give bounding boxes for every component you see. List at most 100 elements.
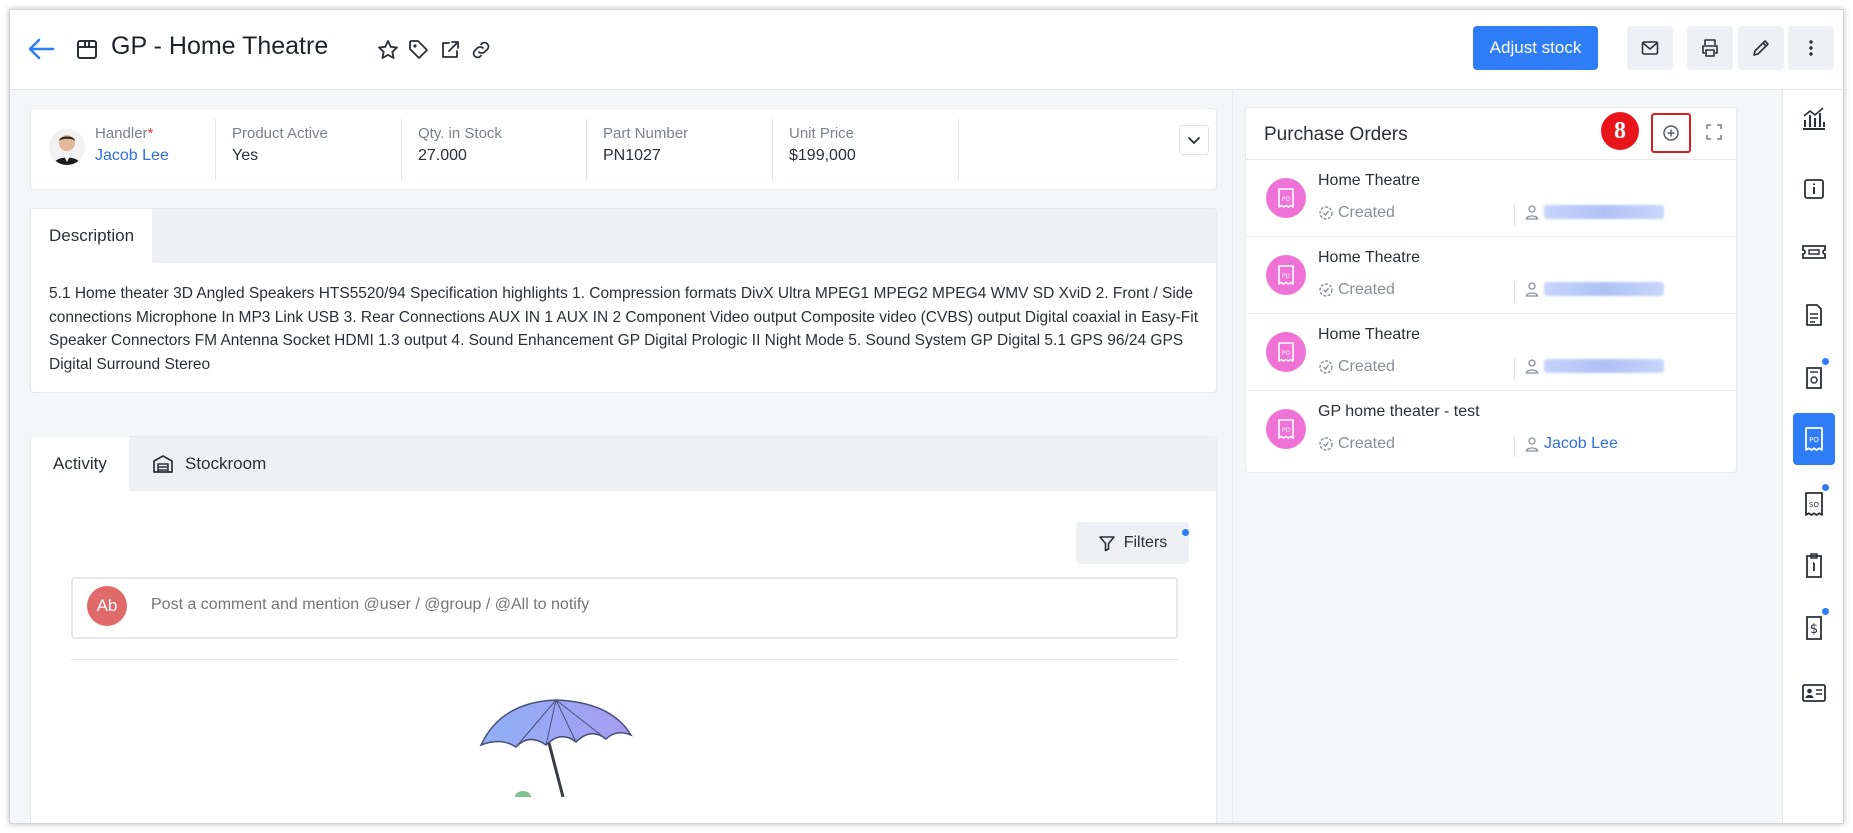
status-text: Created — [1338, 358, 1395, 375]
filters-button[interactable]: Filters — [1076, 522, 1189, 564]
tab-activity[interactable]: Activity — [31, 437, 129, 491]
description-text: 5.1 Home theater 3D Angled Speakers HTS5… — [49, 285, 1199, 373]
product-box-icon — [77, 40, 97, 59]
add-purchase-order-button[interactable] — [1651, 113, 1691, 153]
activity-tabbar: Activity Stockroom — [31, 437, 1216, 491]
product-active-value: Yes — [232, 147, 259, 164]
purchase-order-status: Created — [1318, 281, 1395, 299]
purchase-order-status: Created — [1318, 204, 1395, 222]
adjust-stock-button[interactable]: Adjust stock — [1473, 26, 1598, 70]
purchase-orders-card: Purchase Orders 8 PO Home Theatre Create… — [1245, 107, 1737, 473]
status-text: Created — [1338, 204, 1395, 221]
purchase-order-item[interactable]: PO Home Theatre Created — [1246, 314, 1736, 391]
divider — [958, 119, 959, 181]
unit-price-value: $199,000 — [789, 147, 856, 164]
user-avatar: Ab — [87, 586, 127, 626]
mail-icon — [1641, 41, 1659, 55]
sidebar-item-quotes[interactable] — [1793, 352, 1835, 404]
notification-dot — [1822, 358, 1829, 365]
tab-stockroom[interactable]: Stockroom — [185, 437, 266, 491]
tab-description[interactable]: Description — [31, 209, 153, 263]
sidebar-item-purchase-orders[interactable]: PO — [1793, 413, 1835, 465]
sidebar-item-analytics[interactable] — [1793, 92, 1835, 144]
purchase-order-owner[interactable]: Jacob Lee — [1524, 435, 1618, 453]
plus-circle-icon — [1663, 125, 1679, 141]
purchase-order-item[interactable]: PO Home Theatre Created — [1246, 237, 1736, 314]
divider — [1514, 358, 1515, 380]
edit-button[interactable] — [1738, 26, 1784, 70]
filter-icon — [1098, 536, 1115, 552]
print-button[interactable] — [1687, 26, 1733, 70]
purchase-orders-title: Purchase Orders — [1264, 124, 1408, 145]
part-number-field: Part Number PN1027 — [603, 125, 688, 165]
purchase-order-item[interactable]: PO GP home theater - test Created Jacob … — [1246, 391, 1736, 468]
redacted-user-name — [1544, 205, 1664, 219]
purchase-order-item[interactable]: PO Home Theatre Created — [1246, 160, 1736, 237]
sidebar-item-contacts[interactable] — [1793, 667, 1835, 719]
sidebar-item-info[interactable] — [1793, 163, 1835, 215]
purchase-order-icon: PO — [1805, 427, 1823, 451]
tag-icon[interactable] — [407, 38, 431, 62]
document-icon — [1806, 304, 1822, 326]
sidebar-item-tickets[interactable] — [1793, 226, 1835, 278]
purchase-order-icon: PO — [1266, 409, 1306, 449]
external-link-icon[interactable] — [438, 38, 462, 62]
divider — [586, 119, 587, 181]
filters-label: Filters — [1123, 534, 1168, 551]
quote-icon — [1806, 367, 1822, 389]
qty-value: 27.000 — [418, 147, 467, 164]
link-icon[interactable] — [469, 38, 493, 62]
svg-text:$: $ — [1810, 622, 1818, 637]
sidebar-item-invoices[interactable] — [1793, 540, 1835, 592]
description-card: Description 5.1 Home theater 3D Angled S… — [30, 208, 1217, 393]
handler-value[interactable]: Jacob Lee — [95, 147, 169, 165]
email-button[interactable] — [1627, 26, 1673, 70]
status-clock-icon — [1319, 283, 1333, 297]
sidebar-item-payments[interactable]: $ — [1793, 602, 1835, 654]
star-icon[interactable] — [376, 38, 400, 62]
purchase-order-owner — [1524, 358, 1664, 374]
handler-field: Handler* Jacob Lee — [95, 125, 169, 165]
step-badge: 8 — [1601, 112, 1639, 150]
status-clock-icon — [1319, 437, 1333, 451]
status-text: Created — [1338, 281, 1395, 298]
edit-pencil-icon — [1753, 40, 1769, 56]
app-window: GP - Home Theatre Adjust stock Handler* … — [9, 9, 1844, 824]
handler-label: Handler — [95, 125, 148, 142]
notification-dot — [1822, 484, 1829, 491]
purchase-order-icon: PO — [1266, 332, 1306, 372]
unit-price-field: Unit Price $199,000 — [789, 125, 856, 165]
svg-text:SO: SO — [1809, 501, 1819, 509]
product-active-label: Product Active — [232, 125, 328, 142]
sidebar-item-documents[interactable] — [1793, 289, 1835, 341]
analytics-chart-icon — [1803, 107, 1825, 130]
svg-text:PO: PO — [1282, 273, 1291, 280]
invoice-icon — [1806, 553, 1822, 578]
page-header: GP - Home Theatre Adjust stock — [10, 10, 1843, 90]
sales-order-icon: SO — [1805, 492, 1823, 516]
page-title: GP - Home Theatre — [111, 32, 329, 60]
status-clock-icon — [1319, 360, 1333, 374]
back-arrow-icon[interactable] — [26, 36, 56, 62]
svg-text:PO: PO — [1282, 196, 1291, 203]
chevron-down-icon — [1188, 137, 1200, 144]
comment-box[interactable]: Ab — [71, 577, 1178, 639]
sidebar-item-sales-orders[interactable]: SO — [1793, 478, 1835, 530]
purchase-order-name: Home Theatre — [1318, 249, 1420, 266]
user-icon — [1525, 282, 1539, 297]
expand-summary-button[interactable] — [1179, 125, 1209, 155]
purchase-order-name: GP home theater - test — [1318, 403, 1480, 420]
ticket-icon — [1802, 245, 1826, 259]
contact-card-icon — [1802, 684, 1826, 702]
owner-name[interactable]: Jacob Lee — [1544, 435, 1618, 453]
purchase-order-owner — [1524, 281, 1664, 297]
fullscreen-icon[interactable] — [1704, 122, 1724, 142]
status-clock-icon — [1319, 206, 1333, 220]
purchase-order-status: Created — [1318, 435, 1395, 453]
description-tabbar: Description — [31, 209, 1216, 263]
comment-input[interactable] — [151, 596, 1151, 614]
warehouse-icon — [153, 455, 173, 473]
more-options-button[interactable] — [1788, 26, 1834, 70]
divider — [71, 659, 1178, 660]
divider — [772, 119, 773, 181]
